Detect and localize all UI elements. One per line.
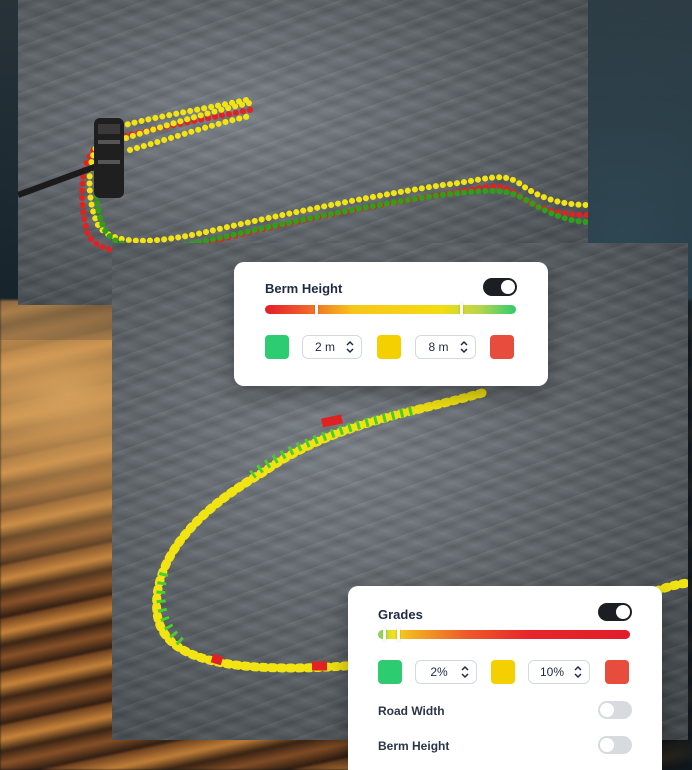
grades-title: Grades [378, 607, 423, 622]
grades-toggle[interactable] [598, 603, 632, 621]
toggle-knob [616, 605, 630, 619]
berm-height-card: Berm Height 2 m 8 m [234, 262, 548, 386]
grades-high-threshold-stepper[interactable]: 10% [528, 660, 590, 684]
grades-mid-color-swatch[interactable] [491, 660, 515, 684]
toggle-knob [600, 703, 614, 717]
lidar-sensor-icon [18, 118, 124, 198]
berm-high-threshold-stepper[interactable]: 8 m [415, 335, 476, 359]
grades-gradient-marker-high[interactable] [397, 628, 400, 641]
chevron-up-down-icon[interactable] [460, 665, 470, 679]
grades-low-threshold-stepper[interactable]: 2% [415, 660, 477, 684]
berm-height-gradient-bar[interactable] [265, 305, 516, 314]
chevron-up-down-icon[interactable] [345, 340, 355, 354]
berm-gradient-marker-high[interactable] [460, 303, 463, 316]
grades-low-color-swatch[interactable] [378, 660, 402, 684]
berm-gradient-marker-low[interactable] [315, 303, 318, 316]
berm-height-layer-label: Berm Height [378, 739, 450, 753]
toggle-knob [600, 738, 614, 752]
chevron-up-down-icon[interactable] [459, 340, 469, 354]
berm-low-color-swatch[interactable] [265, 335, 289, 359]
road-width-toggle[interactable] [598, 701, 632, 719]
berm-high-threshold-value: 8 m [428, 340, 449, 354]
road-width-label: Road Width [378, 704, 445, 718]
grades-gradient-marker-low[interactable] [383, 628, 386, 641]
berm-height-toggle[interactable] [483, 278, 517, 296]
grades-high-threshold-value: 10% [539, 665, 565, 679]
berm-height-title: Berm Height [265, 281, 343, 296]
grades-high-color-swatch[interactable] [605, 660, 629, 684]
grades-low-threshold-value: 2% [430, 665, 448, 679]
berm-height-layer-toggle[interactable] [598, 736, 632, 754]
berm-high-color-swatch[interactable] [490, 335, 514, 359]
grades-card: Grades 2% 10% Road Width Berm Height [348, 586, 662, 770]
chevron-up-down-icon[interactable] [573, 665, 583, 679]
berm-low-threshold-value: 2 m [314, 340, 335, 354]
toggle-knob [501, 280, 515, 294]
grades-gradient-bar[interactable] [378, 630, 630, 639]
berm-low-threshold-stepper[interactable]: 2 m [302, 335, 362, 359]
berm-mid-color-swatch[interactable] [377, 335, 401, 359]
